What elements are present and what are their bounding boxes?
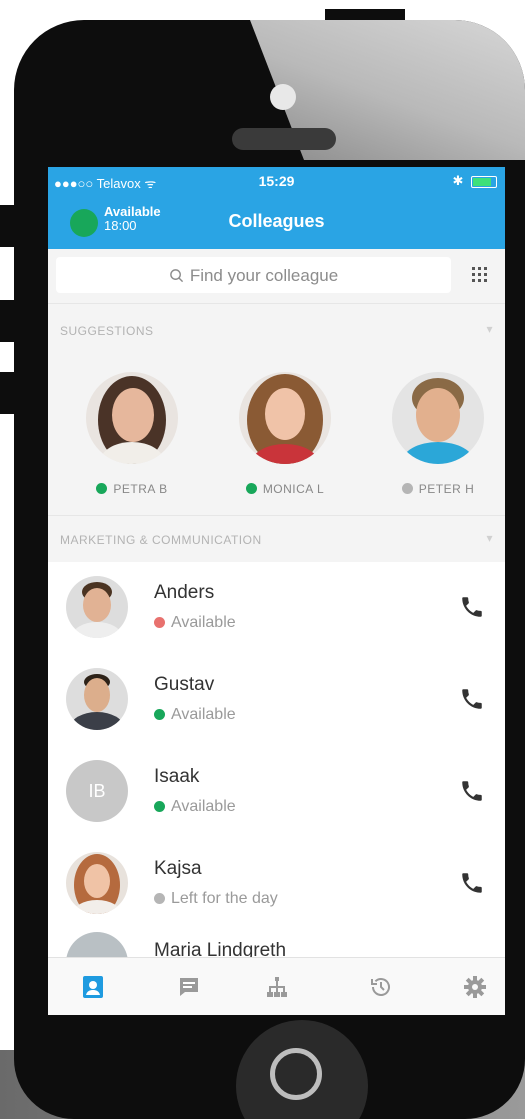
- contact-status: Available: [154, 706, 236, 724]
- call-icon[interactable]: [459, 778, 485, 804]
- tab-history[interactable]: [366, 972, 396, 1002]
- tab-organization[interactable]: [262, 972, 292, 1002]
- home-button[interactable]: [236, 1020, 368, 1119]
- avatar: [66, 852, 128, 914]
- avatar-initials: IB: [66, 760, 128, 822]
- contact-row-kajsa[interactable]: Kajsa Left for the day: [48, 838, 505, 930]
- avatar: [86, 372, 178, 464]
- status-dot: [154, 801, 165, 812]
- suggestion-name: MONICA L: [262, 482, 325, 496]
- divider: [48, 303, 505, 304]
- front-camera: [270, 84, 296, 110]
- call-icon[interactable]: [459, 686, 485, 712]
- battery-icon: [471, 175, 497, 188]
- history-icon: [371, 978, 390, 996]
- contact-status: Left for the day: [154, 890, 278, 908]
- avatar: [239, 372, 331, 464]
- volume-up-button: [0, 300, 14, 342]
- volume-down-button: [0, 372, 14, 414]
- chat-icon: [180, 978, 198, 996]
- contacts-icon: [83, 976, 103, 998]
- contact-row-anders[interactable]: Anders Available: [48, 562, 505, 654]
- tab-settings[interactable]: [460, 972, 490, 1002]
- status-right: ✱: [452, 173, 497, 189]
- suggestion-peter[interactable]: PETER H: [368, 372, 505, 496]
- tab-contacts[interactable]: [78, 972, 108, 1002]
- mute-switch: [0, 205, 14, 247]
- status-dot: [245, 483, 257, 494]
- collapse-icon[interactable]: ▾: [486, 322, 493, 336]
- phone-frame: ●●●○○ Telavox ᯤ 15:29 ✱ Available 18:00 …: [14, 20, 525, 1119]
- call-icon[interactable]: [459, 594, 485, 620]
- page-title: Colleagues: [228, 211, 325, 231]
- avatar: [66, 576, 128, 638]
- avatar: [392, 372, 484, 464]
- suggestion-monica[interactable]: MONICA L: [215, 372, 355, 496]
- contact-row-gustav[interactable]: Gustav Available: [48, 654, 505, 746]
- contact-name: Anders: [154, 582, 215, 603]
- status-bar: ●●●○○ Telavox ᯤ 15:29 ✱: [48, 167, 505, 195]
- contact-name: Gustav: [154, 674, 215, 695]
- tab-chat[interactable]: [174, 972, 204, 1002]
- tab-bar: [48, 957, 505, 1015]
- status-dot: [154, 617, 165, 628]
- status-dot: [154, 893, 165, 904]
- search-input[interactable]: Find your colleague: [56, 257, 451, 293]
- dialpad-icon: [472, 267, 487, 282]
- contact-name: Isaak: [154, 766, 200, 787]
- settings-gear-icon: [464, 976, 486, 998]
- search-placeholder: Find your colleague: [189, 266, 339, 285]
- earpiece-speaker: [232, 128, 336, 150]
- status-dot: [401, 483, 413, 494]
- collapse-icon[interactable]: ▾: [486, 531, 493, 545]
- app-screen: ●●●○○ Telavox ᯤ 15:29 ✱ Available 18:00 …: [48, 167, 505, 1015]
- avatar: [66, 668, 128, 730]
- section-group-label: MARKETING & COMMUNICATION: [60, 533, 262, 547]
- contact-name: Kajsa: [154, 858, 202, 879]
- suggestion-name: PETRA B: [113, 482, 168, 496]
- contact-row-isaak[interactable]: IB Isaak Available: [48, 746, 505, 838]
- nav-bar: Available 18:00 Colleagues: [48, 195, 505, 249]
- contact-status: Available: [154, 798, 236, 816]
- suggestion-name: PETER H: [418, 482, 475, 496]
- dialpad-button[interactable]: [460, 257, 500, 293]
- clock: 15:29: [258, 173, 295, 189]
- bluetooth-icon: ✱: [452, 173, 464, 188]
- section-suggestions-label: SUGGESTIONS: [60, 324, 154, 338]
- suggestion-petra[interactable]: PETRA B: [62, 372, 202, 496]
- contact-status: Available: [154, 614, 236, 632]
- call-icon[interactable]: [459, 870, 485, 896]
- status-dot: [96, 483, 108, 494]
- status-dot: [154, 709, 165, 720]
- divider: [48, 515, 505, 516]
- contact-list: Anders Available Gustav Available IB Isa…: [48, 562, 505, 994]
- org-chart-icon: [267, 977, 287, 997]
- search-icon: [169, 269, 183, 283]
